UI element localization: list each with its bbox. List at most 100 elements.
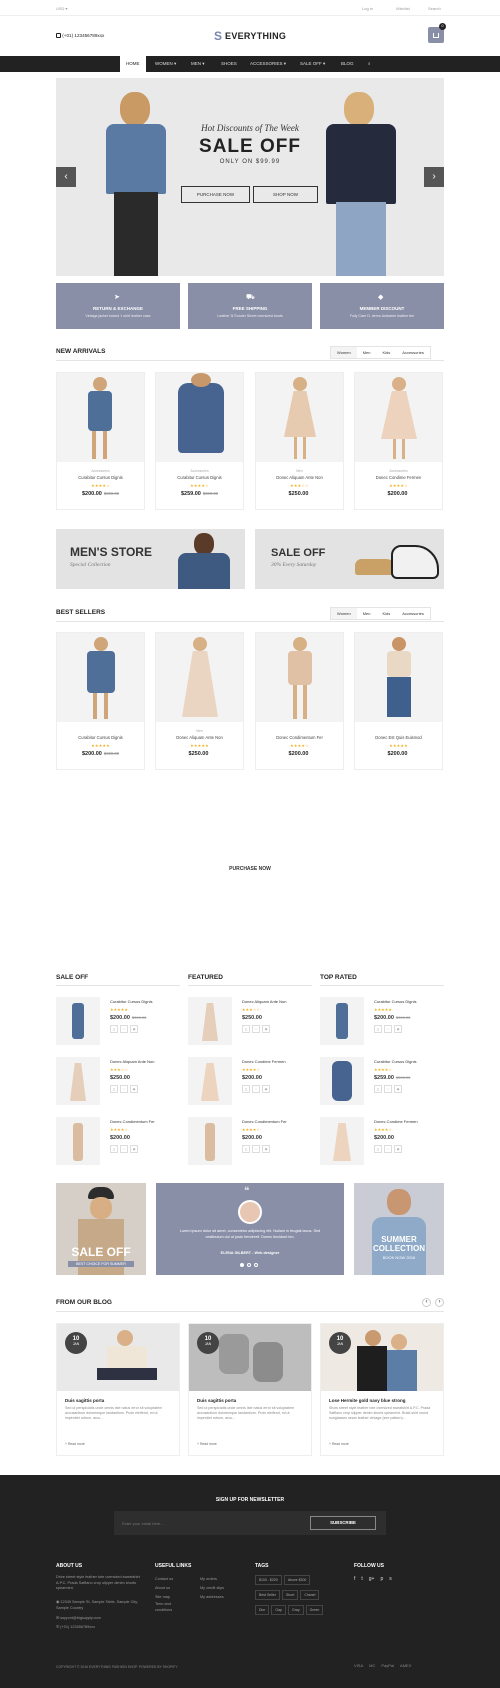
tag[interactable]: Gap [271, 1605, 287, 1615]
tag[interactable]: Chanel [300, 1590, 320, 1600]
product-thumb[interactable] [320, 1057, 364, 1105]
tag[interactable]: Dior [255, 1605, 270, 1615]
cart-icon[interactable]: ◻ [242, 1085, 250, 1093]
heart-icon[interactable]: ♡ [384, 1025, 392, 1033]
product-thumb[interactable] [188, 997, 232, 1045]
google-plus-icon[interactable]: g+ [369, 1576, 375, 1582]
cart-button[interactable]: 0 [428, 23, 446, 43]
hero-next-arrow[interactable]: › [424, 167, 444, 187]
tab-women[interactable]: Women [331, 608, 357, 619]
product-card[interactable]: Donec Est Quis Euismod ★★★★★ $200.00 [354, 632, 443, 770]
product-thumb[interactable] [320, 1117, 364, 1165]
product-card[interactable]: Donec Condimentum Fer ★★★★☆ $200.00 [255, 632, 344, 770]
nav-sale-off[interactable]: SALE OFF ▾ [300, 56, 325, 72]
dot-active[interactable] [240, 1263, 244, 1267]
product-thumb[interactable] [56, 1057, 100, 1105]
tab-women[interactable]: Women [331, 347, 357, 358]
product-image[interactable] [156, 373, 243, 462]
product-name[interactable]: Donec Condime Fermen [355, 475, 442, 480]
tag[interactable]: $100 - $200 [255, 1575, 282, 1585]
product-card[interactable]: Accessories Curabitur Cursus Dignis ★★★★… [155, 372, 244, 510]
footer-link[interactable]: My credit slips [200, 1584, 224, 1593]
mini-product[interactable]: Donec Condime Fermen ★★★★☆ $200.00 ◻ ♡ ◉ [188, 1057, 312, 1107]
blog-post[interactable]: 10 JAN Duis sagittis porta Sed ut perspic… [188, 1323, 312, 1456]
tag[interactable]: Short [281, 1590, 299, 1600]
login-link[interactable]: Log in [362, 6, 373, 11]
eye-icon[interactable]: ◉ [394, 1085, 402, 1093]
product-name[interactable]: Curabitur Cursus Dignis [110, 999, 152, 1004]
wishlist-link[interactable]: Wishlist [396, 6, 410, 11]
blog-post[interactable]: 10 JAN Duis sagittis porta Sed ut perspic… [56, 1323, 180, 1456]
search-link[interactable]: Search [428, 6, 441, 11]
cart-icon[interactable]: ◻ [242, 1145, 250, 1153]
mini-product[interactable]: Curabitur Cursus Dignis ★★★★☆ $259.00 $300.… [320, 1057, 444, 1107]
product-name[interactable]: Curabitur Cursus Dignis [57, 735, 144, 740]
footer-link[interactable]: My orders [200, 1575, 217, 1584]
product-card[interactable]: Curabitur Cursus Dignis ★★★★★ $200.00 $30… [56, 632, 145, 770]
footer-link[interactable]: Contact us [155, 1575, 173, 1584]
product-name[interactable]: Curabitur Cursus Dignis [156, 475, 243, 480]
tab-kids[interactable]: Kids [377, 608, 397, 619]
product-thumb[interactable] [188, 1057, 232, 1105]
nav-women[interactable]: WOMEN ▾ [155, 56, 176, 72]
mens-store-banner[interactable]: MEN'S STORE Special Collection [56, 529, 245, 589]
product-card[interactable]: Men Donec Aliquam Ante Non ★★★★★ $250.00 [155, 632, 244, 770]
eye-icon[interactable]: ◉ [130, 1025, 138, 1033]
mini-product[interactable]: Donec Condime Fermen ★★★★☆ $200.00 ◻ ♡ ◉ [320, 1117, 444, 1167]
cart-icon[interactable]: ◻ [110, 1025, 118, 1033]
product-name[interactable]: Donec Condime Fermen [242, 1059, 286, 1064]
product-thumb[interactable] [320, 997, 364, 1045]
product-image[interactable] [156, 633, 243, 722]
currency-selector[interactable]: USD ▾ [56, 6, 68, 11]
pinterest-icon[interactable]: p [380, 1576, 383, 1582]
read-more-link[interactable]: + Read more [197, 1442, 217, 1446]
dot[interactable] [247, 1263, 251, 1267]
hero-prev-arrow[interactable]: ‹ [56, 167, 76, 187]
tag[interactable]: Best Seller [255, 1590, 280, 1600]
logo[interactable]: S EVERYTHING [214, 29, 286, 43]
heart-icon[interactable]: ♡ [120, 1025, 128, 1033]
twitter-icon[interactable]: t [361, 1576, 362, 1582]
eye-icon[interactable]: ◉ [262, 1145, 270, 1153]
heart-icon[interactable]: ♡ [252, 1085, 260, 1093]
cart-icon[interactable]: ◻ [374, 1085, 382, 1093]
product-thumb[interactable] [56, 997, 100, 1045]
product-thumb[interactable] [188, 1117, 232, 1165]
product-image[interactable] [256, 633, 343, 722]
promo-summer-banner[interactable]: SUMMER COLLECTION BOOK NOW 2016 [354, 1183, 444, 1275]
eye-icon[interactable]: ◉ [130, 1145, 138, 1153]
tab-accessories[interactable]: Accessories [396, 347, 430, 358]
blog-prev-arrow[interactable]: ‹ [422, 1298, 431, 1307]
dot[interactable] [254, 1263, 258, 1267]
product-name[interactable]: Donec Aliquam Ante Non [256, 475, 343, 480]
product-name[interactable]: Donec Aliquam Ante Non [156, 735, 243, 740]
facebook-icon[interactable]: f [354, 1576, 355, 1582]
blog-post[interactable]: 10 JAN Lose Hermite gold navy blue strong… [320, 1323, 444, 1456]
blog-post-title[interactable]: Duis sagittis porta [197, 1398, 236, 1403]
read-more-link[interactable]: + Read more [65, 1442, 85, 1446]
product-name[interactable]: Donec Condime Fermen [374, 1119, 418, 1124]
nav-home[interactable]: HOME [120, 56, 146, 72]
footer-email[interactable]: ✉ support@bigsupply.com [56, 1614, 101, 1623]
eye-icon[interactable]: ◉ [262, 1085, 270, 1093]
footer-link[interactable]: Term and conditions [155, 1602, 181, 1613]
eye-icon[interactable]: ◉ [394, 1025, 402, 1033]
product-image[interactable] [256, 373, 343, 462]
cart-icon[interactable]: ◻ [110, 1085, 118, 1093]
mini-product[interactable]: Donec Aliquam Ante Non ★★★☆☆ $250.00 ◻ ♡ ◉ [188, 997, 312, 1047]
product-name[interactable]: Donec Condimentum Fer [256, 735, 343, 740]
product-image[interactable] [57, 373, 144, 462]
heart-icon[interactable]: ♡ [120, 1145, 128, 1153]
product-name[interactable]: Donec Est Quis Euismod [355, 735, 442, 740]
eye-icon[interactable]: ◉ [262, 1025, 270, 1033]
product-name[interactable]: Curabitur Cursus Dignis [374, 1059, 416, 1064]
promo-sale-banner[interactable]: SALE OFF BEST CHOICE FOR SUMMER [56, 1183, 146, 1275]
sale-off-banner[interactable]: SALE OFF 30% Every Saturday [255, 529, 444, 589]
share-icon[interactable]: s [389, 1576, 392, 1582]
mini-product[interactable]: Curabitur Cursus Dignis ★★★★★ $200.00 $300.… [320, 997, 444, 1047]
tab-accessories[interactable]: Accessories [396, 608, 430, 619]
product-card[interactable]: Accessories Curabitur Cursus Dignis ★★★★… [56, 372, 145, 510]
product-card[interactable]: Accessories Donec Condime Fermen ★★★★☆ $… [354, 372, 443, 510]
heart-icon[interactable]: ♡ [120, 1085, 128, 1093]
tab-kids[interactable]: Kids [377, 347, 397, 358]
